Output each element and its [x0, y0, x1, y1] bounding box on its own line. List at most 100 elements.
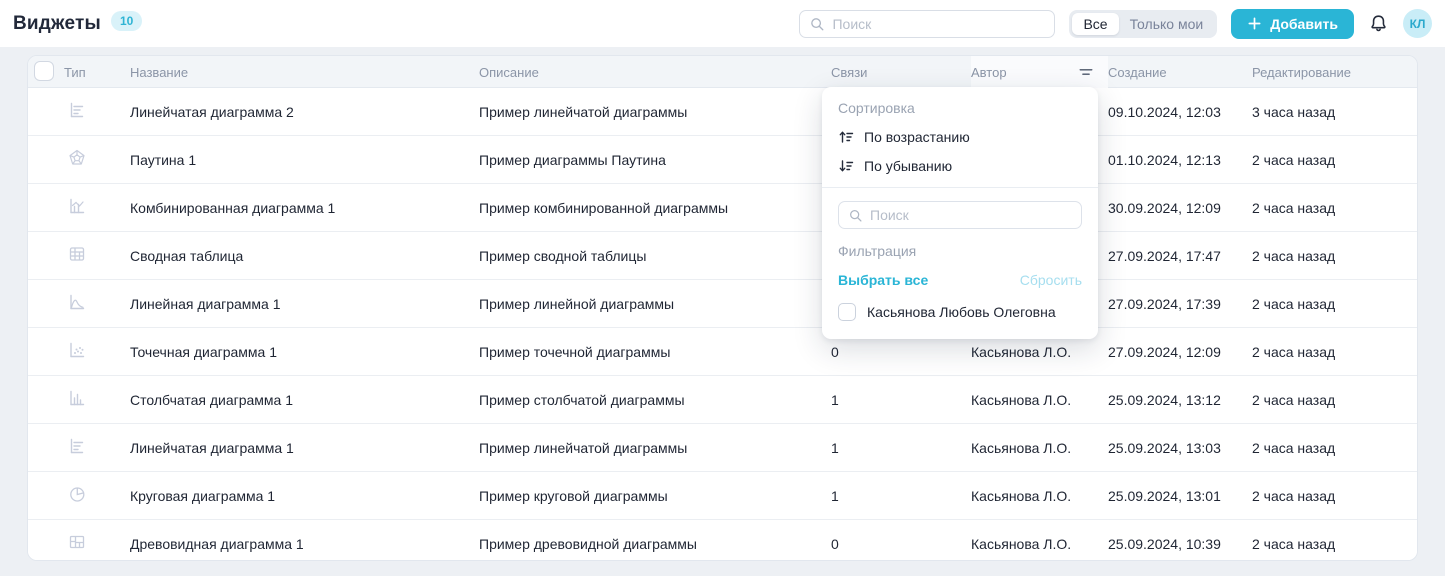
widget-created-date: 27.09.2024, 12:09 [1108, 343, 1221, 360]
table-body: Линейчатая диаграмма 2 Пример линейчатой… [28, 88, 1417, 560]
table-row[interactable]: Линейчатая диаграмма 1 Пример линейчатой… [28, 424, 1417, 472]
widget-description: Пример линейной диаграммы [479, 295, 675, 312]
widget-type-cell [64, 196, 130, 219]
column-header-description[interactable]: Описание [479, 65, 831, 80]
widget-created-date: 27.09.2024, 17:39 [1108, 295, 1221, 312]
widget-type-cell [64, 340, 130, 363]
widget-links-count: 0 [831, 535, 839, 552]
widget-description: Пример круговой диаграммы [479, 487, 668, 504]
sort-ascending-label: По возрастанию [864, 129, 970, 145]
filter-icon[interactable] [1078, 64, 1094, 80]
widget-type-cell [64, 388, 130, 411]
treemap-chart-icon [67, 532, 87, 552]
widget-author: Касьянова Л.О. [971, 391, 1072, 408]
widget-description: Пример комбинированной диаграммы [479, 199, 729, 216]
widget-type-cell [64, 484, 130, 507]
widget-links-count: 1 [831, 487, 839, 504]
page-title: Виджеты [13, 12, 101, 34]
widget-author: Касьянова Л.О. [971, 439, 1072, 456]
widget-name: Круговая диаграмма 1 [130, 487, 276, 504]
author-option-checkbox[interactable] [838, 303, 856, 321]
sort-ascending-icon [838, 129, 854, 145]
author-filter-option[interactable]: Касьянова Любовь Олеговна [838, 303, 1082, 321]
widget-created-date: 25.09.2024, 13:03 [1108, 439, 1221, 456]
widget-description: Пример точечной диаграммы [479, 343, 671, 360]
widget-type-cell [64, 100, 130, 123]
line-chart-icon [67, 292, 87, 312]
table-row[interactable]: Сводная таблица Пример сводной таблицы 2… [28, 232, 1417, 280]
sort-descending-icon [838, 158, 854, 174]
widget-name: Линейная диаграмма 1 [130, 295, 281, 312]
filter-only-mine-button[interactable]: Только мои [1119, 13, 1215, 35]
widget-created-date: 09.10.2024, 12:03 [1108, 103, 1221, 120]
search-icon [848, 208, 863, 223]
widget-edited-date: 2 часа назад [1252, 343, 1336, 360]
table-row[interactable]: Линейчатая диаграмма 2 Пример линейчатой… [28, 88, 1417, 136]
widget-edited-date: 2 часа назад [1252, 487, 1336, 504]
search-input[interactable] [832, 15, 1046, 32]
table-row[interactable]: Линейная диаграмма 1 Пример линейной диа… [28, 280, 1417, 328]
sort-descending-label: По убыванию [864, 158, 953, 174]
column-header-name[interactable]: Название [130, 65, 479, 80]
column-header-links[interactable]: Связи [831, 65, 971, 80]
widget-type-cell [64, 532, 130, 555]
table-row[interactable]: Комбинированная диаграмма 1 Пример комби… [28, 184, 1417, 232]
pie-chart-icon [67, 484, 87, 504]
reset-button[interactable]: Сбросить [1020, 272, 1082, 288]
widget-edited-date: 2 часа назад [1252, 295, 1336, 312]
widget-created-date: 30.09.2024, 12:09 [1108, 199, 1221, 216]
table-row[interactable]: Точечная диаграмма 1 Пример точечной диа… [28, 328, 1417, 376]
select-all-button[interactable]: Выбрать все [838, 272, 928, 288]
widget-edited-date: 2 часа назад [1252, 439, 1336, 456]
widget-links-count: 1 [831, 439, 839, 456]
radar-chart-icon [67, 148, 87, 168]
table-row[interactable]: Столбчатая диаграмма 1 Пример столбчатой… [28, 376, 1417, 424]
user-avatar[interactable]: КЛ [1403, 9, 1432, 38]
filter-all-button[interactable]: Все [1072, 12, 1119, 35]
widget-created-date: 25.09.2024, 13:01 [1108, 487, 1221, 504]
widget-created-date: 25.09.2024, 10:39 [1108, 535, 1221, 552]
table-row[interactable]: Древовидная диаграмма 1 Пример древовидн… [28, 520, 1417, 560]
author-search-input[interactable] [870, 207, 1072, 223]
notifications-bell-icon[interactable] [1368, 13, 1389, 34]
combo-chart-icon [67, 196, 87, 216]
add-widget-button[interactable]: Добавить [1231, 8, 1354, 39]
dropdown-divider [822, 187, 1098, 188]
pivot-table-icon [67, 244, 87, 264]
widgets-count-badge: 10 [110, 10, 143, 31]
column-header-type[interactable]: Тип [64, 65, 130, 80]
search-icon [809, 16, 825, 32]
column-header-author[interactable]: Автор [971, 56, 1108, 88]
widget-description: Пример линейчатой диаграммы [479, 439, 688, 456]
author-filter-dropdown: Сортировка По возрастанию По убыванию Фи… [822, 87, 1098, 339]
column-header-created[interactable]: Создание [1108, 65, 1252, 80]
widget-name: Линейчатая диаграмма 1 [130, 439, 294, 456]
sort-descending-option[interactable]: По убыванию [838, 158, 1082, 174]
widget-links-count: 1 [831, 391, 839, 408]
sort-section-label: Сортировка [838, 100, 915, 116]
filter-section-label: Фильтрация [838, 243, 917, 259]
widget-description: Пример сводной таблицы [479, 247, 647, 264]
select-all-checkbox[interactable] [34, 60, 54, 81]
table-row[interactable]: Круговая диаграмма 1 Пример круговой диа… [28, 472, 1417, 520]
widget-description: Пример столбчатой диаграммы [479, 391, 685, 408]
global-search[interactable] [799, 9, 1056, 38]
plus-icon [1247, 16, 1262, 31]
widget-edited-date: 2 часа назад [1252, 199, 1336, 216]
widget-links-count: 0 [831, 343, 839, 360]
author-search[interactable] [838, 201, 1082, 229]
sort-ascending-option[interactable]: По возрастанию [838, 129, 1082, 145]
widget-name: Точечная диаграмма 1 [130, 343, 277, 360]
table-header: Тип Название Описание Связи Автор Создан… [28, 56, 1417, 88]
author-header-label: Автор [971, 64, 1007, 80]
widget-created-date: 27.09.2024, 17:47 [1108, 247, 1221, 264]
topbar: Виджеты 10 Все Только мои Добавить КЛ [0, 0, 1445, 47]
column-header-edited[interactable]: Редактирование [1252, 65, 1417, 80]
widget-edited-date: 2 часа назад [1252, 247, 1336, 264]
widget-name: Древовидная диаграмма 1 [130, 535, 304, 552]
table-row[interactable]: Паутина 1 Пример диаграммы Паутина 01.10… [28, 136, 1417, 184]
widget-type-cell [64, 292, 130, 315]
widget-description: Пример диаграммы Паутина [479, 151, 666, 168]
bar-vertical-chart-icon [67, 388, 87, 408]
widget-author: Касьянова Л.О. [971, 487, 1072, 504]
